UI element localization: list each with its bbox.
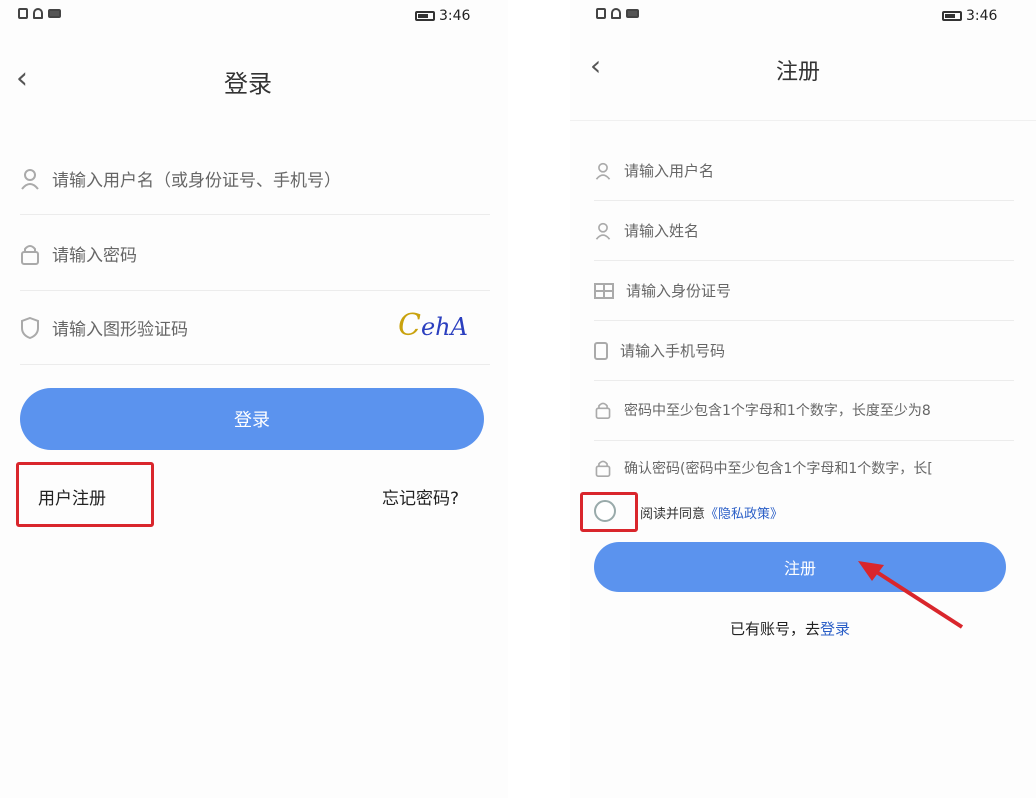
notification-icon <box>626 9 639 18</box>
field-placeholder: 请输入身份证号 <box>626 282 732 300</box>
field-placeholder: 请输入手机号码 <box>620 342 726 360</box>
captcha-char: A <box>450 313 468 341</box>
divider <box>594 440 1014 441</box>
red-arrow-icon <box>858 561 964 629</box>
divider <box>594 260 1014 261</box>
status-time: 3:46 <box>966 8 998 24</box>
field-placeholder: 请输入姓名 <box>624 222 700 240</box>
field-placeholder: 确认密码(密码中至少包含1个字母和1个数字，长[ <box>624 461 933 477</box>
status-icons <box>596 8 639 19</box>
notification-icon <box>48 9 61 18</box>
captcha-input[interactable]: 请输入图形验证码 <box>20 315 188 340</box>
page-title: 注册 <box>776 60 821 85</box>
agreement-text: 阅读并同意《隐私政策》 <box>640 503 783 522</box>
status-bar-left <box>18 8 61 19</box>
status-bar-right: 3:46 <box>415 8 470 24</box>
lock-icon <box>594 459 612 477</box>
wifi-icon <box>33 8 43 19</box>
status-bar-left <box>596 8 639 19</box>
login-button[interactable]: 登录 <box>20 388 484 450</box>
password-placeholder: 请输入密码 <box>52 246 137 266</box>
lock-icon <box>594 401 612 419</box>
username-input[interactable]: 请输入用户名（或身份证号、手机号） <box>20 166 341 191</box>
field-placeholder: 密码中至少包含1个字母和1个数字，长度至少为8 <box>624 403 931 419</box>
captcha-char: C <box>398 308 421 343</box>
divider <box>20 214 490 215</box>
forgot-password-link[interactable]: 忘记密码? <box>382 484 459 509</box>
highlight-box <box>580 492 638 532</box>
shield-icon <box>20 316 40 339</box>
lock-icon <box>20 243 40 265</box>
divider <box>594 320 1014 321</box>
register-idcard-input[interactable]: 请输入身份证号 <box>594 280 731 301</box>
username-placeholder: 请输入用户名（或身份证号、手机号） <box>52 171 341 191</box>
battery-icon <box>942 11 962 21</box>
captcha-char: e <box>420 313 436 341</box>
user-icon <box>594 162 612 180</box>
status-time: 3:46 <box>439 8 471 24</box>
divider <box>594 380 1014 381</box>
register-screen: 3:46 ‹ 注册 请输入用户名 请输入姓名 请输入身份证号 请输入手机号码 密… <box>570 0 1036 798</box>
register-username-input[interactable]: 请输入用户名 <box>594 160 714 181</box>
has-account-text: 已有账号，去 <box>730 620 821 638</box>
privacy-policy-link[interactable]: 《隐私政策》 <box>705 507 783 522</box>
status-icons <box>18 8 61 19</box>
back-icon[interactable]: ‹ <box>590 52 601 80</box>
register-name-input[interactable]: 请输入姓名 <box>594 220 699 241</box>
divider <box>20 364 490 365</box>
divider <box>570 120 1036 121</box>
divider <box>594 200 1014 201</box>
login-prompt: 已有账号，去登录 <box>730 618 850 639</box>
wifi-icon <box>611 8 621 19</box>
go-login-link[interactable]: 登录 <box>820 620 850 638</box>
person-icon <box>594 222 612 240</box>
register-password-input[interactable]: 密码中至少包含1个字母和1个数字，长度至少为8 <box>594 400 1034 420</box>
captcha-char: h <box>435 313 451 341</box>
captcha-image[interactable]: CehA <box>398 308 468 343</box>
user-icon <box>20 168 40 190</box>
captcha-placeholder: 请输入图形验证码 <box>52 320 188 340</box>
sim-icon <box>18 8 28 19</box>
page-title: 登录 <box>224 70 272 98</box>
agree-label: 阅读并同意 <box>640 507 706 522</box>
login-screen: 3:46 ‹ 登录 请输入用户名（或身份证号、手机号） 请输入密码 请输入图形验… <box>0 0 508 798</box>
password-input[interactable]: 请输入密码 <box>20 241 137 266</box>
divider <box>20 290 490 291</box>
status-bar-right: 3:46 <box>942 8 997 24</box>
panel-gap <box>508 0 570 798</box>
field-placeholder: 请输入用户名 <box>624 162 715 180</box>
phone-icon <box>594 341 608 360</box>
battery-icon <box>415 11 435 21</box>
register-phone-input[interactable]: 请输入手机号码 <box>594 340 725 361</box>
register-confirm-password-input[interactable]: 确认密码(密码中至少包含1个字母和1个数字，长[ <box>594 458 1034 478</box>
highlight-box <box>16 462 154 527</box>
id-card-icon <box>594 282 614 299</box>
sim-icon <box>596 8 606 19</box>
back-icon[interactable]: ‹ <box>16 64 28 94</box>
